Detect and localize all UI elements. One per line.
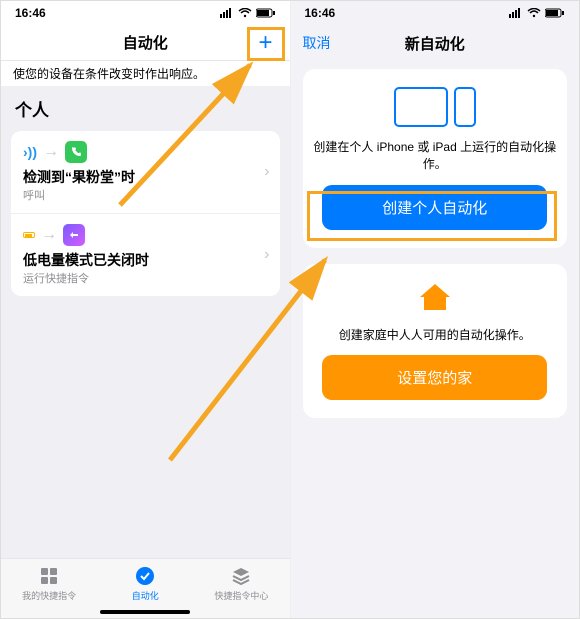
arrow-icon: → bbox=[41, 226, 57, 244]
status-time: 16:46 bbox=[15, 6, 46, 20]
signal-icon bbox=[220, 8, 234, 18]
automation-item[interactable]: ›)) → 检测到“果粉堂”时 呼叫 › bbox=[11, 131, 280, 213]
nav-bar: 取消 新自动化 bbox=[291, 25, 580, 61]
automation-subtitle: 呼叫 bbox=[23, 187, 268, 203]
tab-label: 自动化 bbox=[132, 589, 159, 602]
clock-check-icon bbox=[134, 565, 156, 587]
automation-list: ›)) → 检测到“果粉堂”时 呼叫 › → 低电量模式已关闭时 运行快 bbox=[11, 131, 280, 296]
nav-bar: 自动化 + bbox=[1, 25, 290, 61]
status-bar: 16:46 bbox=[291, 1, 580, 25]
arrow-icon: → bbox=[43, 143, 59, 161]
plus-icon: + bbox=[258, 29, 272, 57]
personal-automation-card: 创建在个人 iPhone 或 iPad 上运行的自动化操作。 创建个人自动化 bbox=[303, 69, 568, 248]
create-personal-automation-button[interactable]: 创建个人自动化 bbox=[322, 185, 547, 230]
ipad-icon bbox=[394, 87, 448, 127]
home-indicator bbox=[100, 610, 190, 614]
nav-title: 新自动化 bbox=[405, 33, 465, 54]
low-battery-icon bbox=[23, 232, 35, 238]
chevron-right-icon: › bbox=[264, 163, 269, 181]
automation-title: 检测到“果粉堂”时 bbox=[23, 167, 268, 187]
add-automation-button[interactable]: + bbox=[250, 27, 282, 59]
automation-item[interactable]: → 低电量模式已关闭时 运行快捷指令 › bbox=[11, 213, 280, 296]
wifi-icon bbox=[238, 8, 252, 18]
battery-icon bbox=[545, 8, 565, 18]
automation-subtitle: 运行快捷指令 bbox=[23, 270, 268, 286]
battery-icon bbox=[256, 8, 276, 18]
wifi-icon bbox=[527, 8, 541, 18]
status-icons bbox=[220, 8, 276, 18]
status-icons bbox=[509, 8, 565, 18]
tab-shortcuts[interactable]: 我的快捷指令 bbox=[9, 565, 89, 602]
cancel-button[interactable]: 取消 bbox=[303, 33, 331, 53]
shortcuts-app-icon bbox=[63, 224, 85, 246]
signal-icon bbox=[509, 8, 523, 18]
tab-gallery[interactable]: 快捷指令中心 bbox=[201, 565, 281, 602]
nfc-icon: ›)) bbox=[23, 144, 37, 160]
new-automation-screen: 16:46 取消 新自动化 创建在个人 iPhone 或 iPad 上运行的自动… bbox=[291, 1, 580, 618]
tab-label: 我的快捷指令 bbox=[22, 589, 76, 602]
devices-illustration bbox=[313, 87, 558, 127]
home-automation-card: 创建家庭中人人可用的自动化操作。 设置您的家 bbox=[303, 264, 568, 419]
section-personal-title: 个人 bbox=[1, 86, 290, 125]
home-desc: 创建家庭中人人可用的自动化操作。 bbox=[313, 327, 558, 344]
page-hint: 使您的设备在条件改变时作出响应。 bbox=[1, 61, 290, 86]
tab-automation[interactable]: 自动化 bbox=[105, 565, 185, 602]
status-bar: 16:46 bbox=[1, 1, 290, 25]
tab-bar: 我的快捷指令 自动化 快捷指令中心 bbox=[1, 558, 290, 618]
stack-icon bbox=[230, 565, 252, 587]
nav-title: 自动化 bbox=[123, 32, 168, 53]
phone-app-icon bbox=[65, 141, 87, 163]
home-icon bbox=[313, 282, 558, 319]
grid-icon bbox=[38, 565, 60, 587]
iphone-icon bbox=[454, 87, 476, 127]
personal-desc: 创建在个人 iPhone 或 iPad 上运行的自动化操作。 bbox=[313, 139, 558, 173]
status-time: 16:46 bbox=[305, 6, 336, 20]
tab-label: 快捷指令中心 bbox=[214, 589, 268, 602]
chevron-right-icon: › bbox=[264, 246, 269, 264]
automation-title: 低电量模式已关闭时 bbox=[23, 250, 268, 270]
automation-list-screen: 16:46 自动化 + 使您的设备在条件改变时作出响应。 个人 ›)) → bbox=[1, 1, 291, 618]
setup-home-button[interactable]: 设置您的家 bbox=[322, 355, 547, 400]
